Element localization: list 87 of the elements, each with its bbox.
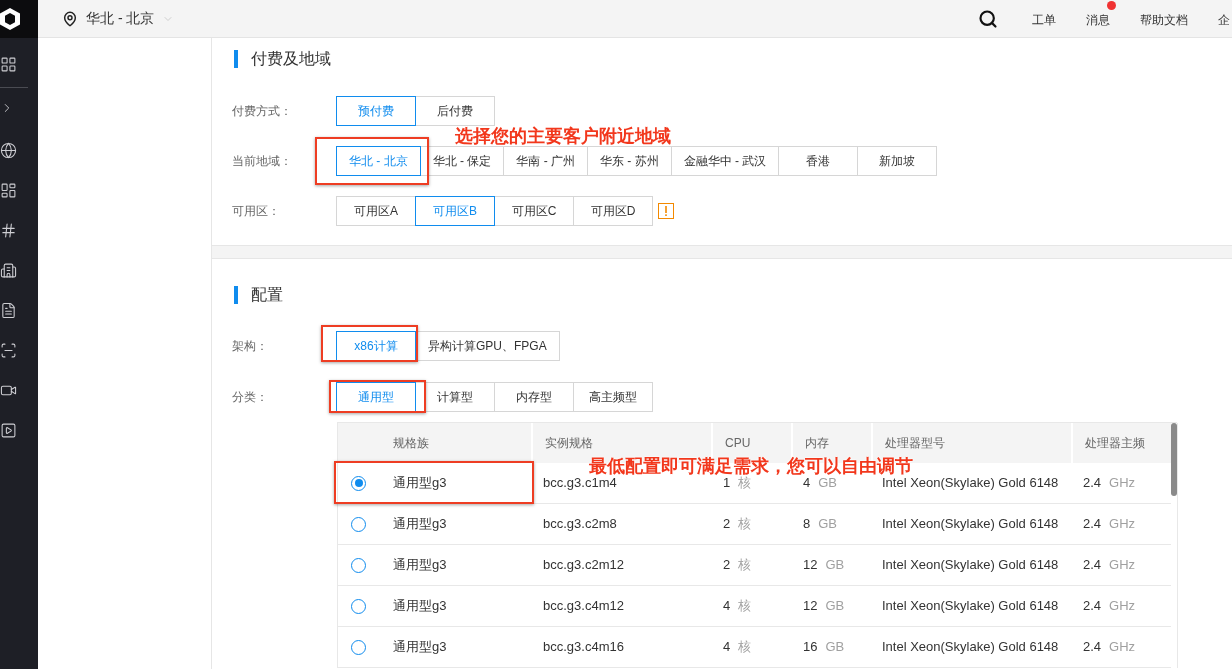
play-icon[interactable] (0, 421, 17, 439)
table-cell-text: bcc.g3.c1m4 (542, 475, 618, 493)
accent-bar (234, 286, 238, 304)
grid-icon[interactable] (0, 55, 17, 73)
table-cell-text: 2.4 GHz (1082, 556, 1137, 575)
location-pin-icon (62, 10, 78, 27)
table-cell-text: 通用型g3 (392, 515, 448, 534)
option-button[interactable]: 华北 - 保定 (419, 146, 505, 176)
accent-bar (234, 50, 238, 68)
building-icon[interactable] (0, 261, 17, 279)
table-cell-text: 2.4 GHz (1082, 597, 1137, 616)
option-button[interactable]: 通用型 (336, 382, 416, 412)
section-title: 付费及地域 (251, 51, 331, 67)
annotation-text: 最低配置即可满足需求，您可以自由调节 (589, 457, 913, 475)
radio-button[interactable] (351, 516, 366, 532)
option-button[interactable]: x86计算 (336, 331, 416, 361)
table-cell-text: bcc.g3.c4m16 (542, 638, 625, 657)
search-icon[interactable] (978, 8, 998, 29)
table-cell-text: bcc.g3.c4m12 (542, 597, 625, 616)
option-button[interactable]: 预付费 (336, 96, 416, 126)
option-button[interactable]: 可用区B (415, 196, 495, 226)
table-cell-text: 通用型g3 (392, 638, 448, 657)
document-icon[interactable] (0, 301, 17, 319)
table-cell-text: Intel Xeon(Skylake) Gold 6148 (881, 597, 1060, 616)
table-cell-text: 通用型g3 (392, 597, 448, 616)
table-cell-text: 12 GB (802, 597, 846, 616)
table-cell-text: bcc.g3.c2m12 (542, 556, 625, 575)
field-label: 分类： (232, 389, 269, 406)
option-button[interactable]: 可用区D (573, 196, 653, 226)
field-label: 付费方式： (232, 103, 293, 120)
dashboard-icon[interactable] (0, 181, 17, 199)
radio-button[interactable] (351, 557, 366, 573)
table-cell-text: Intel Xeon(Skylake) Gold 6148 (881, 475, 1060, 493)
table-cell-text: 12 GB (802, 556, 846, 575)
option-button[interactable]: 香港 (778, 146, 859, 176)
table-cell-text: bcc.g3.c2m8 (542, 515, 618, 534)
column-header: CPU (725, 435, 751, 452)
table-cell-text: 1 核 (722, 475, 753, 493)
column-header: 规格族 (393, 435, 429, 452)
option-button[interactable]: 可用区C (494, 196, 574, 226)
field-label: 可用区： (232, 203, 281, 220)
nav-link[interactable]: 帮助文档 (1140, 10, 1188, 29)
annotation-text: 选择您的主要客户附近地域 (455, 127, 671, 145)
option-button[interactable]: 后付费 (415, 96, 495, 126)
table-cell-text: 4 核 (722, 597, 753, 616)
option-button[interactable]: 金融华中 - 武汉 (670, 146, 780, 176)
radio-button[interactable] (351, 475, 366, 491)
table-cell-text: 4 核 (722, 638, 753, 657)
table-cell-text: Intel Xeon(Skylake) Gold 6148 (881, 556, 1060, 575)
option-button[interactable]: 可用区A (336, 196, 416, 226)
table-cell-text: 2.4 GHz (1082, 515, 1137, 534)
option-button[interactable]: 异构计算GPU、FPGA (415, 331, 560, 361)
table-cell-text: 通用型g3 (392, 474, 448, 493)
column-header: 处理器型号 (885, 435, 945, 452)
table-cell-text: Intel Xeon(Skylake) Gold 6148 (881, 638, 1060, 657)
table-cell-text: 16 GB (802, 638, 846, 657)
table-cell-text: 2 核 (722, 556, 753, 575)
column-header: 实例规格 (545, 435, 593, 452)
nav-link[interactable]: 消息 (1086, 10, 1110, 29)
table-cell-text: 2.4 GHz (1082, 474, 1137, 493)
table-cell-text: 8 GB (802, 515, 839, 534)
column-header: 处理器主频 (1085, 435, 1145, 452)
nav-link[interactable]: 企 (1218, 10, 1230, 29)
nav-link[interactable]: 工单 (1032, 10, 1056, 29)
option-button[interactable]: 高主频型 (573, 382, 653, 412)
scan-icon[interactable] (0, 341, 17, 359)
logo-icon[interactable] (0, 8, 20, 30)
table-cell-text: 2.4 GHz (1082, 638, 1137, 657)
column-header: 内存 (805, 435, 829, 452)
globe-icon[interactable] (0, 141, 17, 159)
radio-button[interactable] (351, 639, 366, 655)
table-cell-text: Intel Xeon(Skylake) Gold 6148 (881, 515, 1060, 534)
radio-button[interactable] (351, 598, 366, 614)
scrollbar-thumb[interactable] (1171, 423, 1177, 496)
option-button[interactable]: 内存型 (494, 382, 574, 412)
option-button[interactable]: 华南 - 广州 (503, 146, 588, 176)
option-button[interactable]: 新加坡 (857, 146, 938, 176)
section-title: 配置 (251, 287, 283, 303)
option-button[interactable]: 华东 - 苏州 (587, 146, 672, 176)
table-cell-text: 2 核 (722, 515, 753, 534)
option-button[interactable]: 华北 - 北京 (336, 146, 421, 176)
current-region[interactable]: 华北 - 北京 (86, 8, 155, 29)
table-cell-text: 通用型g3 (392, 556, 448, 575)
table-cell-text: 4 GB (802, 475, 839, 493)
field-label: 当前地域： (232, 153, 293, 170)
hash-icon[interactable] (0, 221, 17, 239)
field-label: 架构： (232, 338, 269, 355)
